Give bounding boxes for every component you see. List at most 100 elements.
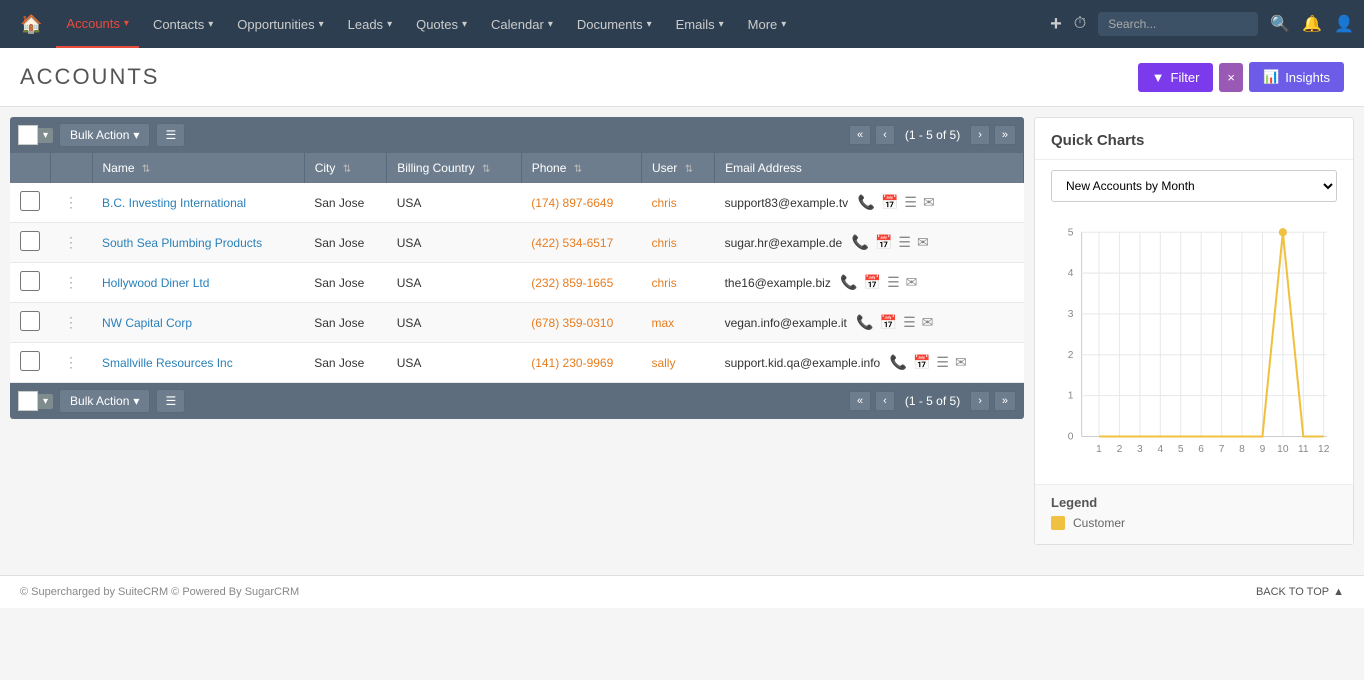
account-name-link-3[interactable]: NW Capital Corp <box>102 316 192 330</box>
select-all-bottom-checkbox[interactable] <box>18 391 38 411</box>
list-action-icon-4[interactable]: ☰ <box>936 354 949 371</box>
account-name-link-0[interactable]: B.C. Investing International <box>102 196 246 210</box>
row-email-3: vegan.info@example.it 📞 📅 ☰ ✉ <box>715 303 1024 343</box>
search-input[interactable] <box>1098 12 1258 36</box>
email-address-0: support83@example.tv <box>725 196 849 210</box>
calendar-action-icon-1[interactable]: 📅 <box>875 234 892 251</box>
account-name-link-1[interactable]: South Sea Plumbing Products <box>102 236 262 250</box>
email-action-icon-0[interactable]: ✉ <box>923 194 935 211</box>
nav-leads[interactable]: Leads ▾ <box>338 0 402 48</box>
row-checkbox-2[interactable] <box>20 271 40 291</box>
email-action-icon-3[interactable]: ✉ <box>922 314 934 331</box>
list-action-icon-3[interactable]: ☰ <box>903 314 916 331</box>
svg-text:3: 3 <box>1137 444 1143 455</box>
select-all-chevron[interactable]: ▾ <box>38 128 53 143</box>
home-icon[interactable]: 🏠 <box>10 14 52 35</box>
drag-handle-3[interactable]: ⋮ <box>60 314 82 330</box>
next-page-button[interactable]: › <box>970 125 990 145</box>
history-icon[interactable]: ⏱ <box>1074 15 1086 33</box>
nav-accounts[interactable]: Accounts ▾ <box>56 0 139 48</box>
bottom-toolbar: ▾ Bulk Action ▾ ☰ « ‹ (1 - 5 of 5) › » <box>10 383 1024 419</box>
drag-handle-1[interactable]: ⋮ <box>60 234 82 250</box>
user-icon[interactable]: 👤 <box>1334 14 1354 34</box>
phone-action-icon-3[interactable]: 📞 <box>856 314 873 331</box>
user-link-1[interactable]: chris <box>651 236 676 250</box>
first-page-bottom-button[interactable]: « <box>849 391 871 411</box>
user-link-3[interactable]: max <box>651 316 674 330</box>
table-row: ⋮ B.C. Investing International San Jose … <box>10 183 1024 223</box>
bulk-action-button[interactable]: Bulk Action ▾ <box>59 123 150 147</box>
nav-more[interactable]: More ▾ <box>738 0 797 48</box>
email-action-icon-1[interactable]: ✉ <box>917 234 929 251</box>
row-checkbox-3[interactable] <box>20 311 40 331</box>
row-email-1: sugar.hr@example.de 📞 📅 ☰ ✉ <box>715 223 1024 263</box>
filter-clear-button[interactable]: × <box>1219 63 1243 92</box>
list-action-icon-0[interactable]: ☰ <box>904 194 917 211</box>
nav-calendar-chevron: ▾ <box>548 19 553 30</box>
nav-documents[interactable]: Documents ▾ <box>567 0 662 48</box>
th-phone[interactable]: Phone ⇅ <box>521 153 641 183</box>
add-record-icon[interactable]: + <box>1050 13 1062 36</box>
nav-calendar[interactable]: Calendar ▾ <box>481 0 563 48</box>
calendar-action-icon-4[interactable]: 📅 <box>913 354 930 371</box>
phone-action-icon-0[interactable]: 📞 <box>858 194 875 211</box>
bulk-action-bottom-button[interactable]: Bulk Action ▾ <box>59 389 150 413</box>
th-billing-country[interactable]: Billing Country ⇅ <box>387 153 521 183</box>
drag-handle-2[interactable]: ⋮ <box>60 274 82 290</box>
th-name[interactable]: Name ⇅ <box>92 153 304 183</box>
search-icon[interactable]: 🔍 <box>1270 14 1290 34</box>
next-page-bottom-button[interactable]: › <box>970 391 990 411</box>
phone-action-icon-2[interactable]: 📞 <box>840 274 857 291</box>
drag-handle-0[interactable]: ⋮ <box>60 194 82 210</box>
select-all-checkbox[interactable] <box>18 125 38 145</box>
row-checkbox-4[interactable] <box>20 351 40 371</box>
list-action-icon-1[interactable]: ☰ <box>898 234 911 251</box>
th-city[interactable]: City ⇅ <box>304 153 387 183</box>
user-link-0[interactable]: chris <box>651 196 676 210</box>
nav-contacts[interactable]: Contacts ▾ <box>143 0 223 48</box>
last-page-button[interactable]: » <box>994 125 1016 145</box>
first-page-button[interactable]: « <box>849 125 871 145</box>
nav-quotes[interactable]: Quotes ▾ <box>406 0 477 48</box>
row-checkbox-1[interactable] <box>20 231 40 251</box>
row-checkbox-0[interactable] <box>20 191 40 211</box>
calendar-action-icon-2[interactable]: 📅 <box>864 274 881 291</box>
user-link-2[interactable]: chris <box>651 276 676 290</box>
chart-legend: Legend Customer <box>1035 484 1353 544</box>
nav-accounts-label: Accounts <box>66 16 119 31</box>
sort-arrows-name: ⇅ <box>142 164 150 175</box>
nav-opportunities[interactable]: Opportunities ▾ <box>227 0 333 48</box>
email-action-icon-2[interactable]: ✉ <box>906 274 918 291</box>
list-view-button[interactable]: ☰ <box>156 123 185 147</box>
user-link-4[interactable]: sally <box>651 356 675 370</box>
nav-emails[interactable]: Emails ▾ <box>666 0 734 48</box>
insights-chart-icon: 📊 <box>1263 69 1279 85</box>
chart-type-select[interactable]: New Accounts by Month <box>1051 170 1337 202</box>
page-footer: © Supercharged by SuiteCRM © Powered By … <box>0 575 1364 608</box>
prev-page-bottom-button[interactable]: ‹ <box>875 391 895 411</box>
account-name-link-4[interactable]: Smallville Resources Inc <box>102 356 233 370</box>
select-all-bottom-chevron[interactable]: ▾ <box>38 394 53 409</box>
th-user[interactable]: User ⇅ <box>641 153 714 183</box>
back-to-top-button[interactable]: BACK TO TOP ▲ <box>1256 586 1344 598</box>
account-name-link-2[interactable]: Hollywood Diner Ltd <box>102 276 209 290</box>
footer-left: © Supercharged by SuiteCRM © Powered By … <box>20 586 299 598</box>
row-name-4: Smallville Resources Inc <box>92 343 304 383</box>
insights-button[interactable]: 📊 Insights <box>1249 62 1344 92</box>
phone-action-icon-1[interactable]: 📞 <box>852 234 869 251</box>
filter-button[interactable]: ▼ Filter <box>1138 63 1214 92</box>
list-view-bottom-button[interactable]: ☰ <box>156 389 185 413</box>
last-page-bottom-button[interactable]: » <box>994 391 1016 411</box>
prev-page-button[interactable]: ‹ <box>875 125 895 145</box>
nav-quotes-label: Quotes <box>416 17 458 32</box>
list-action-icon-2[interactable]: ☰ <box>887 274 900 291</box>
calendar-action-icon-3[interactable]: 📅 <box>880 314 897 331</box>
drag-handle-4[interactable]: ⋮ <box>60 354 82 370</box>
row-checkbox-cell <box>10 183 50 223</box>
phone-action-icon-4[interactable]: 📞 <box>890 354 907 371</box>
calendar-action-icon-0[interactable]: 📅 <box>881 194 898 211</box>
notification-icon[interactable]: 🔔 <box>1302 14 1322 34</box>
nav-more-label: More <box>748 17 778 32</box>
table-panel: ▾ Bulk Action ▾ ☰ « ‹ (1 - 5 of 5) › » <box>10 117 1024 419</box>
email-action-icon-4[interactable]: ✉ <box>955 354 967 371</box>
